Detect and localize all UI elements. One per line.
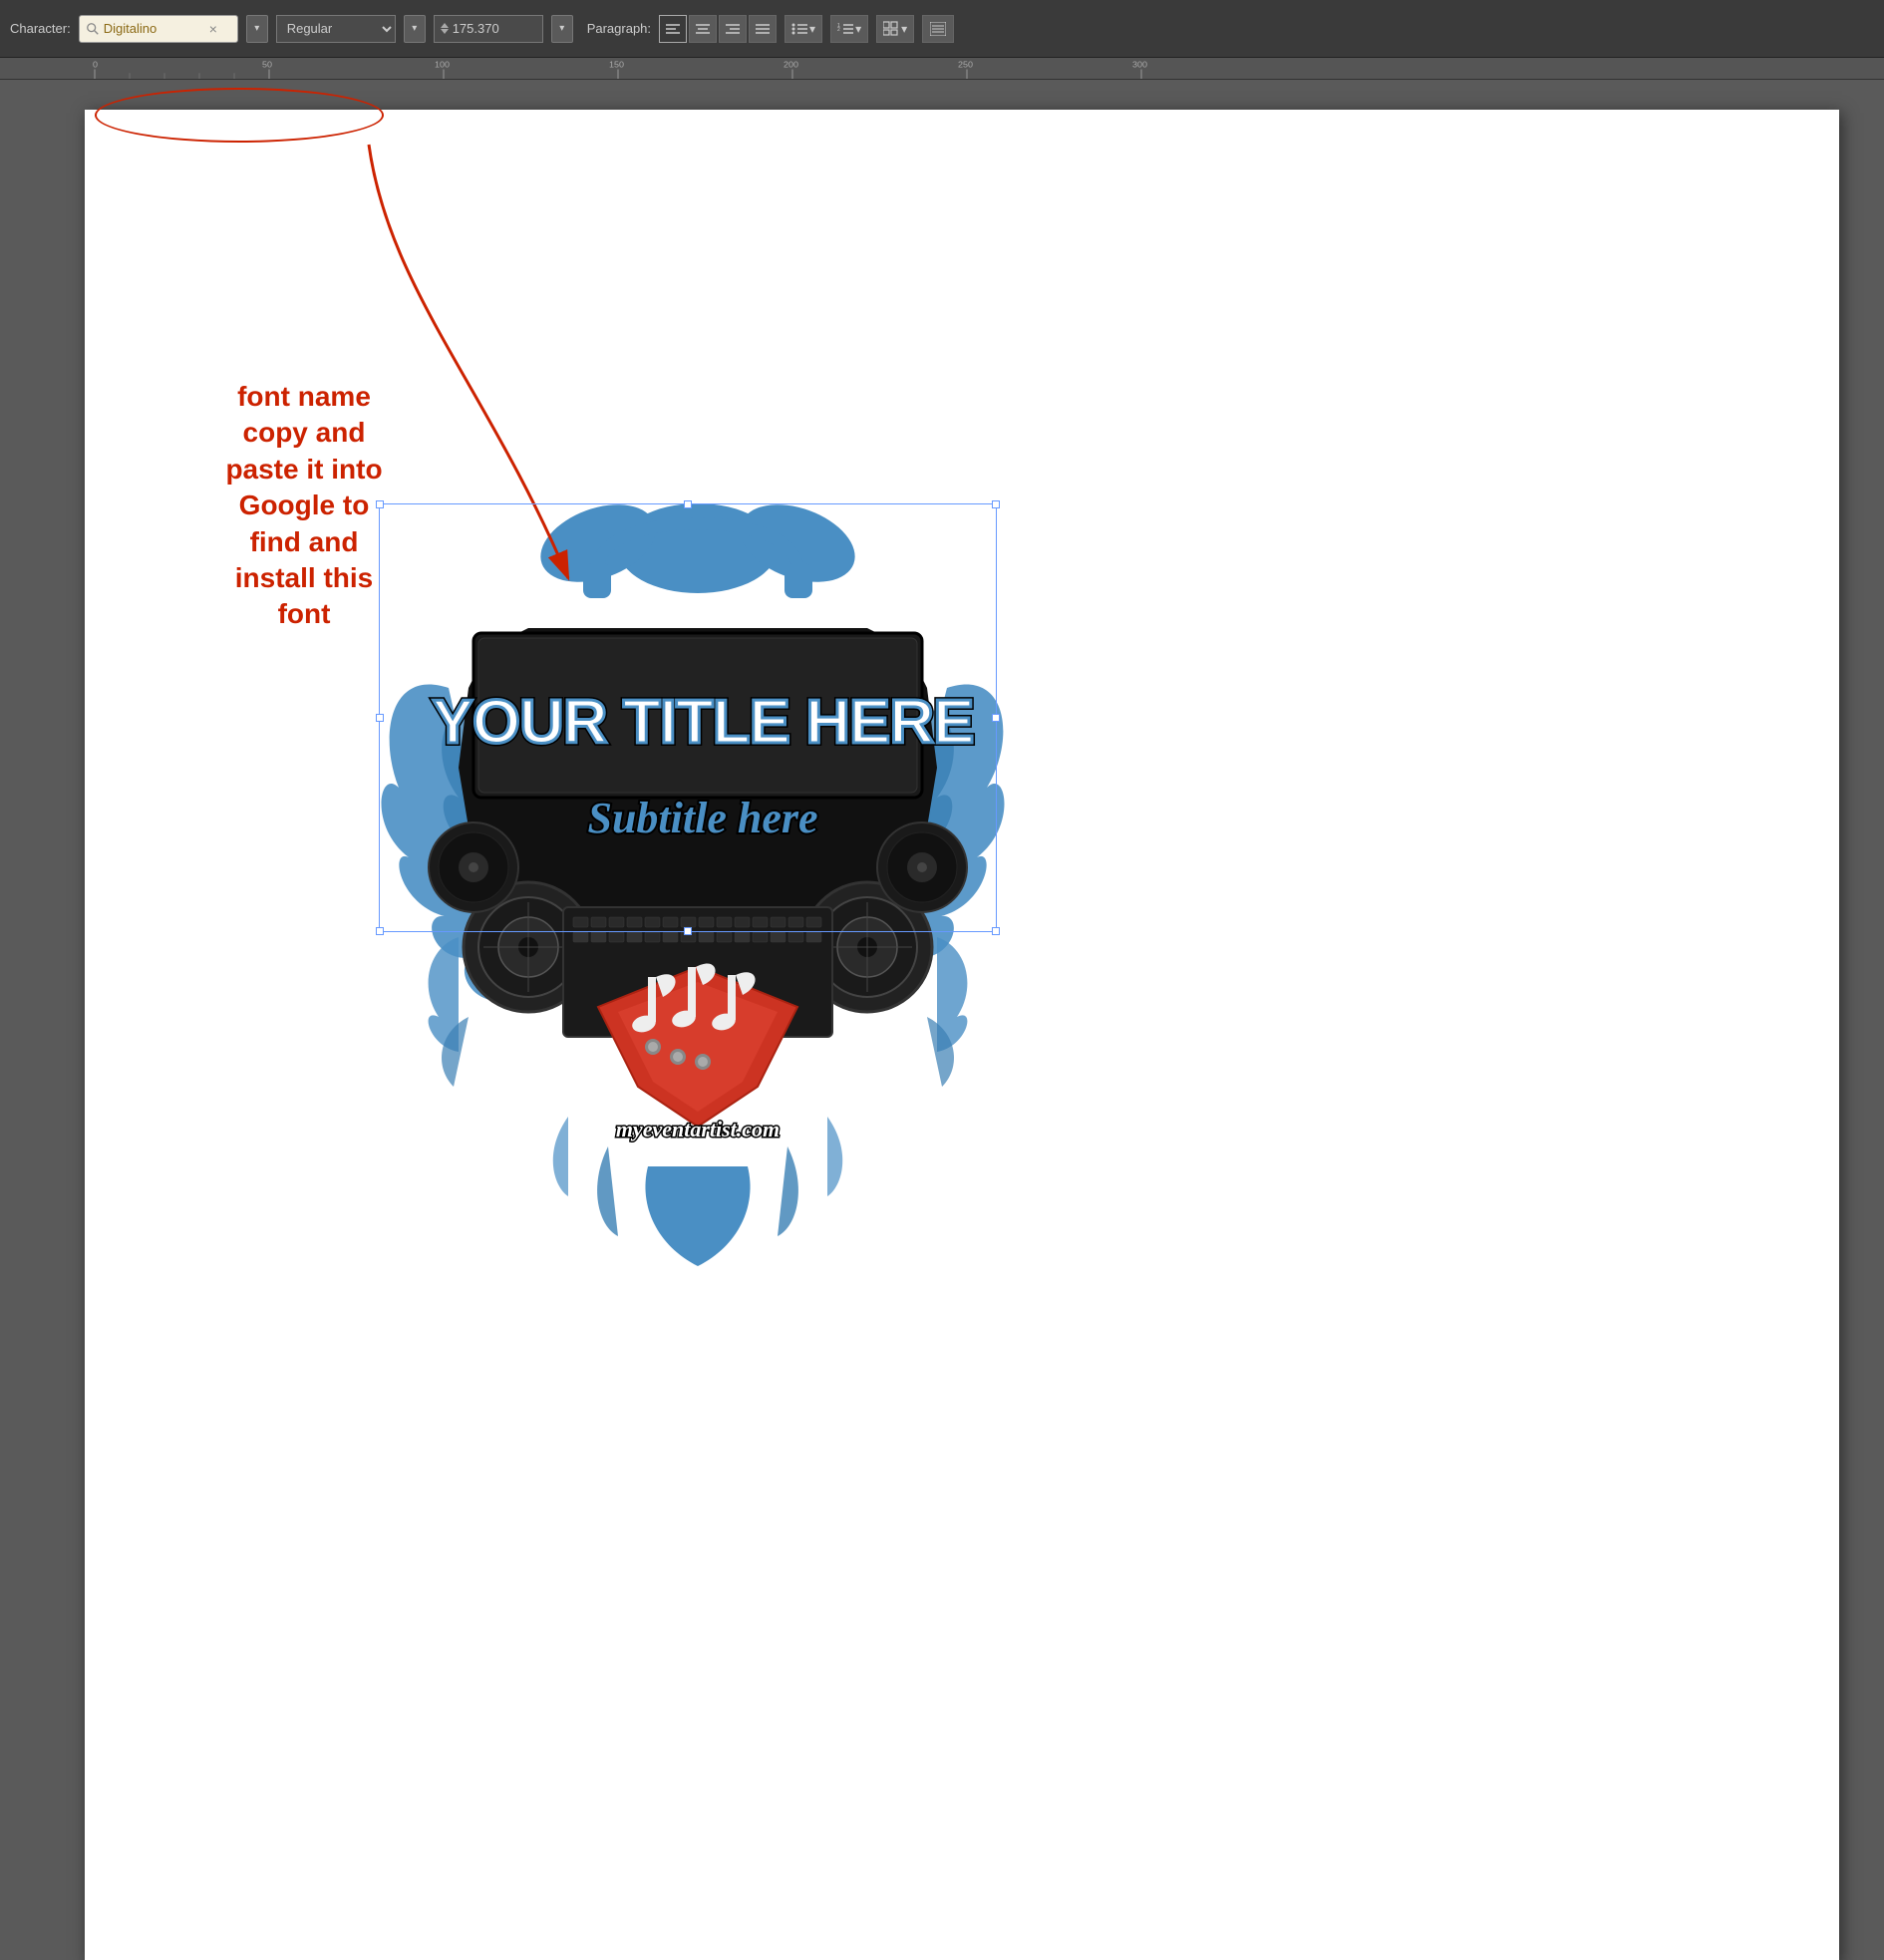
bullet-dropdown: ▾ <box>809 22 815 36</box>
search-icon <box>86 22 100 36</box>
paragraph-label: Paragraph: <box>587 21 651 36</box>
svg-text:150: 150 <box>609 60 624 70</box>
align-right-button[interactable] <box>719 15 747 43</box>
dj-logo-design[interactable]: YOUR TITLE HERE YOUR TITLE HERE Subtitle… <box>369 489 1027 1266</box>
font-dropdown-button[interactable]: ▾ <box>246 15 268 43</box>
font-size-wrapper: 175.370 <box>434 15 543 43</box>
document-page: font name copy and paste it into Google … <box>85 110 1839 1960</box>
grid-view-button[interactable]: ▾ <box>876 15 914 43</box>
svg-text:50: 50 <box>262 60 272 70</box>
bullet-list-button[interactable]: ▾ <box>785 15 822 43</box>
font-search-wrapper: × <box>79 15 238 43</box>
svg-text:0: 0 <box>93 60 98 70</box>
font-style-select[interactable]: Regular <box>276 15 396 43</box>
numbered-dropdown: ▾ <box>855 22 861 36</box>
align-center-button[interactable] <box>689 15 717 43</box>
website-text: myeventartist.com <box>616 1117 780 1142</box>
align-right-icon <box>726 23 740 35</box>
align-left-icon <box>666 23 680 35</box>
annotation-text: font name copy and paste it into Google … <box>214 379 394 633</box>
canvas-area: font name copy and paste it into Google … <box>0 80 1884 1960</box>
svg-text:250: 250 <box>958 60 973 70</box>
svg-text:100: 100 <box>435 60 450 70</box>
font-size-value: 175.370 <box>453 21 499 36</box>
align-left-button[interactable] <box>659 15 687 43</box>
grid-icon <box>883 21 899 37</box>
alignment-group <box>659 15 777 43</box>
size-dropdown-button[interactable]: ▾ <box>551 15 573 43</box>
size-arrows <box>441 23 449 34</box>
align-center-icon <box>696 23 710 35</box>
ruler-svg: 0 50 100 150 200 250 300 <box>0 58 1884 79</box>
svg-text:200: 200 <box>784 60 798 70</box>
title-text-outline: YOUR TITLE HERE <box>432 688 973 757</box>
numbered-list-button[interactable]: 12 ▾ <box>830 15 868 43</box>
svg-text:2: 2 <box>837 27 840 33</box>
subtitle-text[interactable]: Subtitle here <box>587 794 817 842</box>
svg-text:300: 300 <box>1132 60 1147 70</box>
bullet-list-icon <box>791 22 807 36</box>
numbered-list-icon: 12 <box>837 22 853 36</box>
style-dropdown-button[interactable]: ▾ <box>404 15 426 43</box>
character-label: Character: <box>10 21 71 36</box>
font-search-input[interactable] <box>104 21 203 36</box>
more-options-icon <box>930 22 946 36</box>
more-options-button[interactable] <box>922 15 954 43</box>
font-size-up[interactable] <box>441 23 449 28</box>
align-justify-button[interactable] <box>749 15 777 43</box>
clear-search-button[interactable]: × <box>207 22 219 36</box>
align-justify-icon <box>756 23 770 35</box>
toolbar: Character: × ▾ Regular ▾ 175.370 ▾ Parag… <box>0 0 1884 58</box>
grid-dropdown: ▾ <box>901 22 907 36</box>
font-size-down[interactable] <box>441 29 449 34</box>
ruler: 0 50 100 150 200 250 300 <box>0 58 1884 80</box>
